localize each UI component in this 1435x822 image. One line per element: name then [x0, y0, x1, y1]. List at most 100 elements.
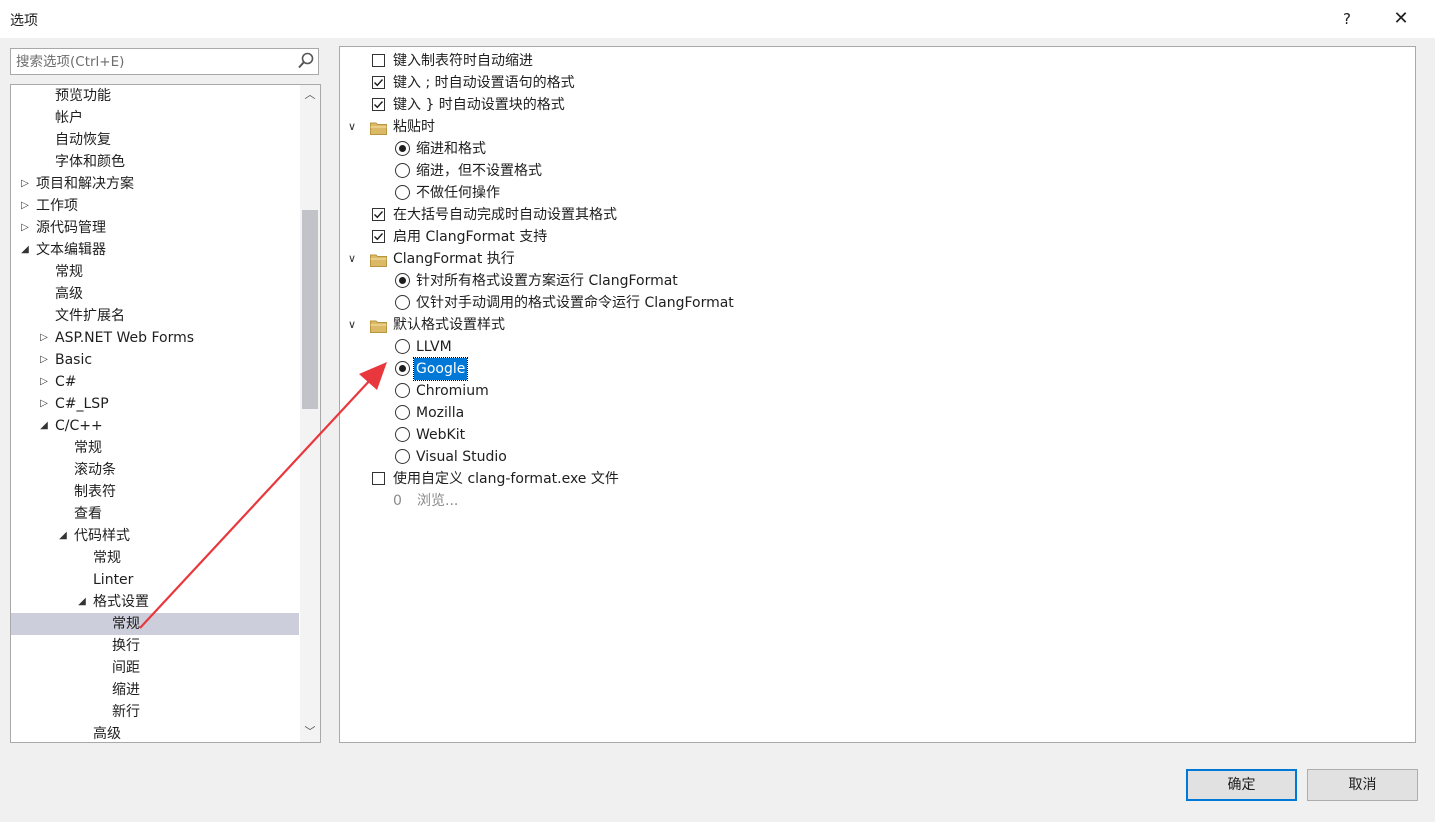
search-icon[interactable]: [296, 51, 316, 71]
tree-item-21[interactable]: ◢ 代码样式: [11, 525, 299, 547]
collapse-arrow-icon[interactable]: ◢: [38, 415, 50, 437]
tree-item-13-basic[interactable]: ▷ Basic: [11, 349, 299, 371]
style-mozilla-radio[interactable]: [395, 405, 410, 420]
tree-item-label: 新行: [112, 704, 140, 720]
tree-item-24[interactable]: ◢ 格式设置: [11, 591, 299, 613]
tree-item-9[interactable]: 常规: [11, 261, 299, 283]
ok-button[interactable]: 确定: [1186, 769, 1297, 801]
tree-scrollbar[interactable]: ︿ ﹀: [300, 85, 320, 742]
tree-item-12-asp-net-web-forms[interactable]: ▷ ASP.NET Web Forms: [11, 327, 299, 349]
tree-item-label: 换行: [112, 638, 140, 654]
expand-arrow-icon[interactable]: ▷: [38, 327, 50, 349]
tree-item-11[interactable]: 文件扩展名: [11, 305, 299, 327]
tree-item-label: 常规: [55, 264, 83, 280]
scroll-down-icon[interactable]: ﹀: [300, 722, 320, 742]
style-chromium-label: Chromium: [416, 383, 489, 399]
tree-item-16-c-c[interactable]: ◢ C/C++: [11, 415, 299, 437]
tree-item-28[interactable]: 缩进: [11, 679, 299, 701]
format-brace-complete-checkbox[interactable]: [372, 208, 385, 221]
style-visual-studio-radio[interactable]: [395, 449, 410, 464]
tree-item-label: C#: [55, 374, 77, 390]
tree-item-15-c-lsp[interactable]: ▷ C#_LSP: [11, 393, 299, 415]
tree-item-label: 格式设置: [93, 594, 149, 610]
tree-item-2[interactable]: 帐户: [11, 107, 299, 129]
format-on-semicolon-checkbox[interactable]: [372, 76, 385, 89]
tree-item-label: C/C++: [55, 418, 103, 434]
run-manual-radio[interactable]: [395, 295, 410, 310]
style-google-radio[interactable]: [395, 361, 410, 376]
search-input[interactable]: [11, 49, 296, 74]
expand-arrow-icon[interactable]: ▷: [38, 371, 50, 393]
expand-arrow-icon[interactable]: ▷: [19, 195, 31, 217]
close-button[interactable]: ✕: [1388, 6, 1414, 32]
tree-item-20[interactable]: 查看: [11, 503, 299, 525]
collapse-arrow-icon[interactable]: ◢: [57, 525, 69, 547]
tree-item-label: 缩进: [112, 682, 140, 698]
browse-prefix: 0: [393, 493, 402, 509]
window-title: 选项: [10, 13, 38, 29]
style-google-label: Google: [412, 357, 469, 381]
help-button[interactable]: ?: [1334, 6, 1360, 32]
expand-arrow-icon[interactable]: ▷: [38, 349, 50, 371]
collapse-arrow-icon[interactable]: ◢: [19, 239, 31, 261]
style-visual-studio-label: Visual Studio: [416, 449, 507, 465]
enable-clangformat-checkbox[interactable]: [372, 230, 385, 243]
run-manual-label: 仅针对手动调用的格式设置命令运行 ClangFormat: [416, 295, 734, 311]
tree-item-10[interactable]: 高级: [11, 283, 299, 305]
cancel-button[interactable]: 取消: [1307, 769, 1418, 801]
style-webkit-radio[interactable]: [395, 427, 410, 442]
indent-no-format-radio[interactable]: [395, 163, 410, 178]
style-llvm-radio[interactable]: [395, 339, 410, 354]
format-on-brace-label: 键入 } 时自动设置块的格式: [393, 97, 565, 113]
enable-clangformat-label: 启用 ClangFormat 支持: [393, 229, 548, 245]
browse-link: 浏览...: [417, 493, 459, 509]
do-nothing-radio[interactable]: [395, 185, 410, 200]
tree-item-22[interactable]: 常规: [11, 547, 299, 569]
tree-item-27[interactable]: 间距: [11, 657, 299, 679]
style-chromium-radio[interactable]: [395, 383, 410, 398]
tree-item-label: 常规: [74, 440, 102, 456]
options-tree: 预览功能 帐户 自动恢复 字体和颜色 ▷ 项目和解决方案 ▷ 工作项 ▷ 源代码管理 ◢ 文本编辑器常…: [10, 84, 321, 743]
tree-item-3[interactable]: 自动恢复: [11, 129, 299, 151]
collapse-chevron-icon[interactable]: ∨: [346, 314, 358, 336]
format-brace-complete-label: 在大括号自动完成时自动设置其格式: [393, 207, 617, 223]
scroll-thumb[interactable]: [302, 210, 318, 409]
do-nothing-label: 不做任何操作: [416, 185, 500, 201]
run-all-radio[interactable]: [395, 273, 410, 288]
tree-item-19[interactable]: 制表符: [11, 481, 299, 503]
tree-item-label: 字体和颜色: [55, 154, 125, 170]
tree-item-label: ASP.NET Web Forms: [55, 330, 195, 346]
expand-arrow-icon[interactable]: ▷: [19, 217, 31, 239]
auto-indent-tab-checkbox[interactable]: [372, 54, 385, 67]
tree-item-23-linter[interactable]: Linter: [11, 569, 299, 591]
tree-item-14-c[interactable]: ▷ C#: [11, 371, 299, 393]
format-on-brace-checkbox[interactable]: [372, 98, 385, 111]
tree-item-label: 常规: [93, 550, 121, 566]
custom-clang-format-checkbox[interactable]: [372, 472, 385, 485]
tree-item-30[interactable]: 高级: [11, 723, 299, 742]
tree-item-8[interactable]: ◢ 文本编辑器: [11, 239, 299, 261]
options-panel: 键入制表符时自动缩进 键入 ; 时自动设置语句的格式 键入 } 时自动设置块的格…: [339, 46, 1416, 743]
tree-item-29[interactable]: 新行: [11, 701, 299, 723]
tree-item-label: 间距: [112, 660, 140, 676]
tree-item-18[interactable]: 滚动条: [11, 459, 299, 481]
collapse-chevron-icon[interactable]: ∨: [346, 116, 358, 138]
collapse-chevron-icon[interactable]: ∨: [346, 248, 358, 270]
tree-item-25[interactable]: 常规: [11, 613, 299, 635]
expand-arrow-icon[interactable]: ▷: [38, 393, 50, 415]
tree-item-26[interactable]: 换行: [11, 635, 299, 657]
tree-item-7[interactable]: ▷ 源代码管理: [11, 217, 299, 239]
tree-item-6[interactable]: ▷ 工作项: [11, 195, 299, 217]
tree-item-label: Linter: [93, 572, 134, 588]
check-icon: [374, 233, 384, 241]
tree-item-17[interactable]: 常规: [11, 437, 299, 459]
indent-and-format-radio[interactable]: [395, 141, 410, 156]
expand-arrow-icon[interactable]: ▷: [19, 173, 31, 195]
scroll-up-icon[interactable]: ︿: [300, 85, 320, 105]
tree-item-4[interactable]: 字体和颜色: [11, 151, 299, 173]
indent-and-format-label: 缩进和格式: [416, 141, 486, 157]
collapse-arrow-icon[interactable]: ◢: [76, 591, 88, 613]
tree-item-1[interactable]: 预览功能: [11, 85, 299, 107]
tree-item-5[interactable]: ▷ 项目和解决方案: [11, 173, 299, 195]
tree-item-label: 制表符: [74, 484, 116, 500]
